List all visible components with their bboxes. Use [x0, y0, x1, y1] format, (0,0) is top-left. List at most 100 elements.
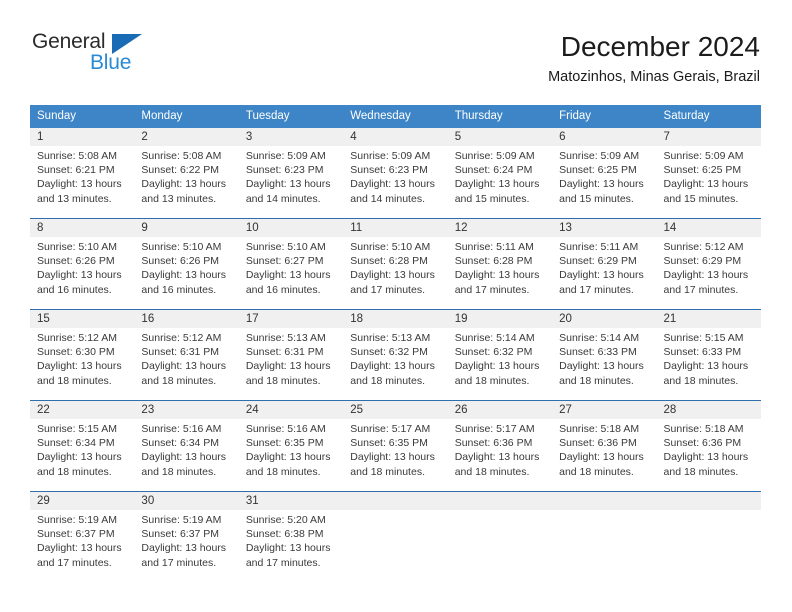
day-cell[interactable]: 22 Sunrise: 5:15 AM Sunset: 6:34 PM Dayligh… [30, 401, 134, 491]
day-number: 21 [663, 313, 677, 325]
daylight-text: Daylight: 13 hours and 18 minutes. [663, 451, 749, 478]
day-cell[interactable]: 8 Sunrise: 5:10 AM Sunset: 6:26 PM Daylight… [30, 219, 134, 309]
daylight-text: Daylight: 13 hours and 17 minutes. [559, 269, 644, 296]
daylight-text: Daylight: 13 hours and 17 minutes. [663, 269, 749, 296]
day-number [559, 492, 650, 510]
sunrise-text: Sunrise: 5:12 AM [663, 241, 744, 253]
day-cell[interactable]: 27 Sunrise: 5:18 AM Sunset: 6:36 PM Dayligh… [552, 401, 656, 491]
sunrise-text: Sunrise: 5:16 AM [141, 423, 222, 435]
daylight-text: Daylight: 13 hours and 14 minutes. [245, 178, 331, 205]
day-cell[interactable]: 3 Sunrise: 5:09 AM Sunset: 6:23 PM Daylight… [239, 128, 343, 218]
day-number: 14 [663, 222, 677, 234]
sunrise-text: Sunrise: 5:10 AM [245, 241, 326, 253]
day-details: Sunrise: 5:10 AM Sunset: 6:26 PM Daylight:… [37, 240, 128, 297]
day-cell[interactable]: 28 Sunrise: 5:18 AM Sunset: 6:36 PM Dayligh… [657, 401, 761, 491]
sunset-text: Sunset: 6:26 PM [37, 255, 115, 268]
day-cell[interactable]: 12 Sunrise: 5:11 AM Sunset: 6:28 PM Dayligh… [448, 219, 552, 309]
daylight-text: Daylight: 13 hours and 18 minutes. [454, 360, 540, 387]
day-cell[interactable]: 10 Sunrise: 5:10 AM Sunset: 6:27 PM Dayligh… [239, 219, 343, 309]
sunset-text: Sunset: 6:21 PM [37, 164, 115, 177]
sunrise-text: Sunrise: 5:09 AM [559, 150, 640, 162]
day-number: 19 [454, 313, 468, 325]
sunrise-text: Sunrise: 5:08 AM [141, 150, 222, 162]
day-details: Sunrise: 5:20 AM Sunset: 6:38 PM Daylight:… [246, 513, 337, 570]
day-cell[interactable]: 9 Sunrise: 5:10 AM Sunset: 6:26 PM Daylight… [134, 219, 238, 309]
day-cell[interactable]: 26 Sunrise: 5:17 AM Sunset: 6:36 PM Dayligh… [448, 401, 552, 491]
sunrise-text: Sunrise: 5:11 AM [454, 241, 534, 253]
day-details: Sunrise: 5:10 AM Sunset: 6:28 PM Daylight:… [350, 240, 441, 297]
day-cell-empty [657, 492, 761, 574]
day-cell[interactable]: 5 Sunrise: 5:09 AM Sunset: 6:24 PM Daylight… [448, 128, 552, 218]
day-details: Sunrise: 5:11 AM Sunset: 6:28 PM Daylight:… [455, 240, 546, 297]
sunrise-text: Sunrise: 5:10 AM [37, 241, 117, 253]
sunrise-text: Sunrise: 5:10 AM [141, 241, 222, 253]
day-details: Sunrise: 5:09 AM Sunset: 6:23 PM Daylight:… [350, 149, 441, 206]
sunset-text: Sunset: 6:31 PM [245, 346, 324, 359]
sunset-text: Sunset: 6:28 PM [454, 255, 533, 268]
daylight-text: Daylight: 13 hours and 14 minutes. [350, 178, 435, 205]
day-cell[interactable]: 2 Sunrise: 5:08 AM Sunset: 6:22 PM Daylight… [134, 128, 238, 218]
day-details: Sunrise: 5:18 AM Sunset: 6:36 PM Daylight:… [664, 422, 755, 479]
sunset-text: Sunset: 6:28 PM [350, 255, 428, 268]
sunrise-text: Sunrise: 5:10 AM [350, 241, 431, 253]
daylight-text: Daylight: 13 hours and 16 minutes. [37, 269, 122, 296]
daylight-text: Daylight: 13 hours and 18 minutes. [245, 360, 331, 387]
day-details: Sunrise: 5:08 AM Sunset: 6:21 PM Daylight:… [37, 149, 128, 206]
sunrise-text: Sunrise: 5:09 AM [663, 150, 744, 162]
sunrise-text: Sunrise: 5:18 AM [559, 423, 640, 435]
page-title: December 2024 [560, 31, 760, 62]
day-cell[interactable]: 16 Sunrise: 5:12 AM Sunset: 6:31 PM Dayligh… [134, 310, 238, 400]
daylight-text: Daylight: 13 hours and 18 minutes. [454, 451, 540, 478]
day-cell[interactable]: 23 Sunrise: 5:16 AM Sunset: 6:34 PM Dayligh… [134, 401, 238, 491]
day-details: Sunrise: 5:09 AM Sunset: 6:25 PM Daylight:… [559, 149, 650, 206]
sunset-text: Sunset: 6:36 PM [559, 437, 637, 450]
title-block: December 2024 Matozinhos, Minas Gerais, … [548, 30, 760, 88]
day-cell-empty [448, 492, 552, 574]
page-header: General Blue December 2024 Matozinhos, M… [30, 30, 760, 92]
day-cell[interactable]: 31 Sunrise: 5:20 AM Sunset: 6:38 PM Dayligh… [239, 492, 343, 574]
day-cell[interactable]: 18 Sunrise: 5:13 AM Sunset: 6:32 PM Dayligh… [343, 310, 447, 400]
day-cell[interactable]: 11 Sunrise: 5:10 AM Sunset: 6:28 PM Dayligh… [343, 219, 447, 309]
daylight-text: Daylight: 13 hours and 18 minutes. [350, 451, 435, 478]
day-number: 1 [37, 131, 44, 143]
general-blue-logo[interactable]: General Blue [30, 30, 160, 82]
calendar-week-row: 15 Sunrise: 5:12 AM Sunset: 6:30 PM Dayligh… [30, 309, 761, 400]
day-cell[interactable]: 29 Sunrise: 5:19 AM Sunset: 6:37 PM Dayligh… [30, 492, 134, 574]
daylight-text: Daylight: 13 hours and 17 minutes. [454, 269, 540, 296]
day-cell[interactable]: 13 Sunrise: 5:11 AM Sunset: 6:29 PM Dayligh… [552, 219, 656, 309]
day-cell[interactable]: 7 Sunrise: 5:09 AM Sunset: 6:25 PM Daylight… [657, 128, 761, 218]
day-details: Sunrise: 5:16 AM Sunset: 6:35 PM Daylight:… [246, 422, 337, 479]
day-cell[interactable]: 17 Sunrise: 5:13 AM Sunset: 6:31 PM Dayligh… [239, 310, 343, 400]
day-number: 3 [245, 131, 253, 143]
sunset-text: Sunset: 6:26 PM [141, 255, 220, 268]
day-cell[interactable]: 19 Sunrise: 5:14 AM Sunset: 6:32 PM Dayligh… [448, 310, 552, 400]
day-number: 17 [245, 313, 259, 325]
day-details: Sunrise: 5:10 AM Sunset: 6:27 PM Daylight:… [246, 240, 337, 297]
day-cell-empty [552, 492, 656, 574]
sunrise-text: Sunrise: 5:19 AM [141, 514, 222, 526]
day-cell[interactable]: 30 Sunrise: 5:19 AM Sunset: 6:37 PM Dayligh… [134, 492, 238, 574]
daylight-text: Daylight: 13 hours and 15 minutes. [454, 178, 540, 205]
calendar-grid: Sunday Monday Tuesday Wednesday Thursday Frid… [30, 105, 761, 574]
day-cell[interactable]: 25 Sunrise: 5:17 AM Sunset: 6:35 PM Dayligh… [343, 401, 447, 491]
daylight-text: Daylight: 13 hours and 16 minutes. [141, 269, 227, 296]
day-cell[interactable]: 15 Sunrise: 5:12 AM Sunset: 6:30 PM Dayligh… [30, 310, 134, 400]
day-cell[interactable]: 1 Sunrise: 5:08 AM Sunset: 6:21 PM Daylight… [30, 128, 134, 218]
sunrise-text: Sunrise: 5:20 AM [245, 514, 326, 526]
day-cell[interactable]: 20 Sunrise: 5:14 AM Sunset: 6:33 PM Dayligh… [552, 310, 656, 400]
day-cell[interactable]: 14 Sunrise: 5:12 AM Sunset: 6:29 PM Dayligh… [657, 219, 761, 309]
day-cell[interactable]: 4 Sunrise: 5:09 AM Sunset: 6:23 PM Daylight… [343, 128, 447, 218]
day-number [664, 492, 755, 510]
day-number: 5 [454, 131, 462, 143]
sunrise-text: Sunrise: 5:14 AM [454, 332, 535, 344]
weekday-header-saturday: Saturday [663, 110, 710, 122]
sunrise-text: Sunrise: 5:13 AM [350, 332, 431, 344]
day-cell[interactable]: 24 Sunrise: 5:16 AM Sunset: 6:35 PM Dayligh… [239, 401, 343, 491]
day-cell[interactable]: 6 Sunrise: 5:09 AM Sunset: 6:25 PM Daylight… [552, 128, 656, 218]
calendar-week-row: 29 Sunrise: 5:19 AM Sunset: 6:37 PM Dayligh… [30, 491, 761, 574]
day-cell[interactable]: 21 Sunrise: 5:15 AM Sunset: 6:33 PM Dayligh… [657, 310, 761, 400]
sunset-text: Sunset: 6:36 PM [663, 437, 742, 450]
day-details: Sunrise: 5:13 AM Sunset: 6:32 PM Daylight:… [350, 331, 441, 388]
daylight-text: Daylight: 13 hours and 18 minutes. [350, 360, 435, 387]
day-number: 28 [663, 404, 677, 416]
